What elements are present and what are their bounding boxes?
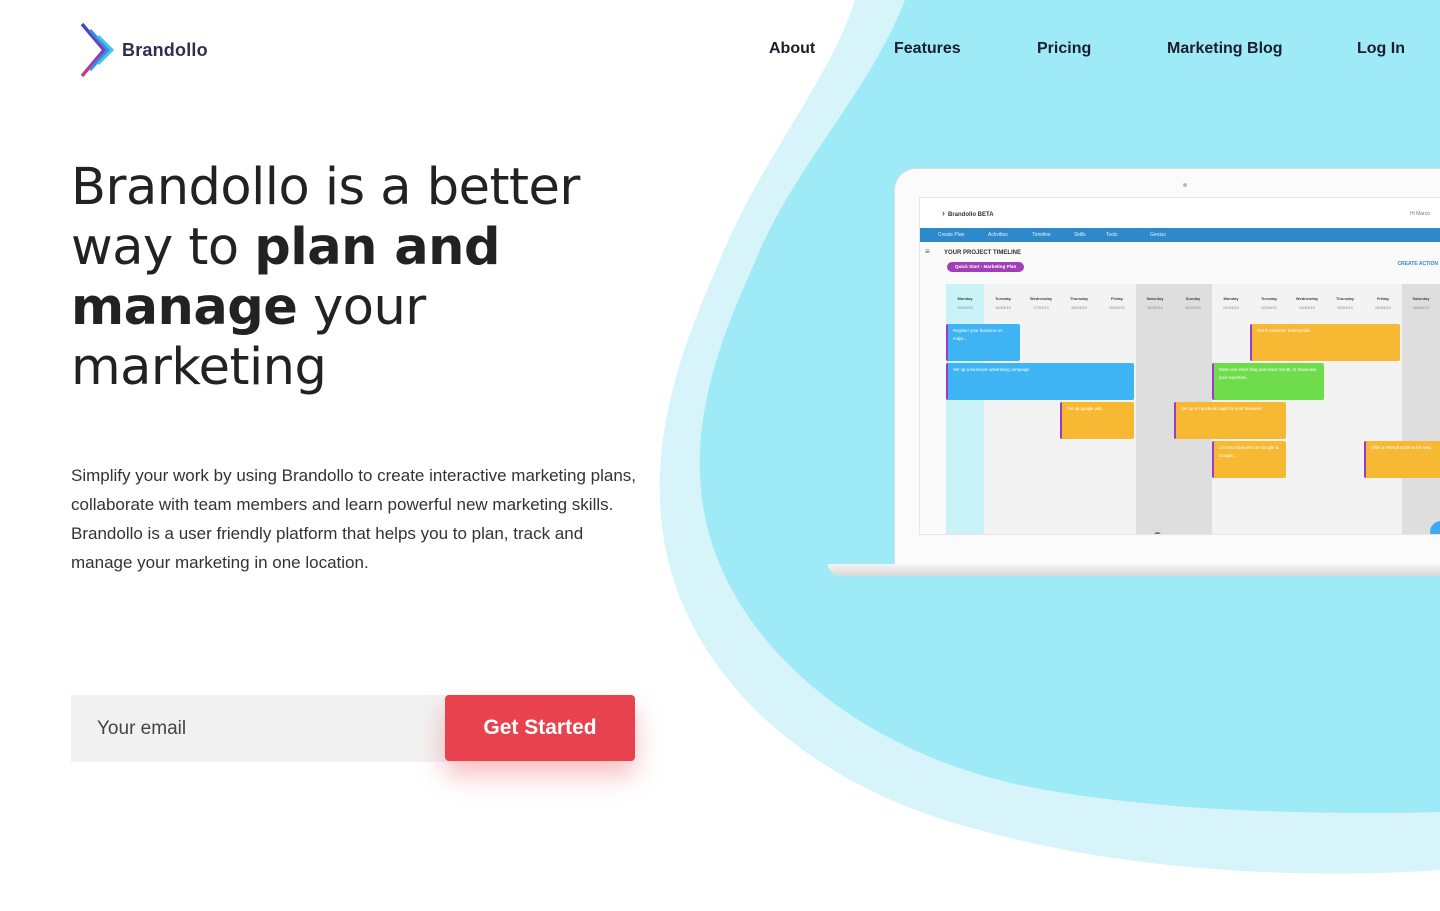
- timeline-column-header: Saturday 30/03/19: [1136, 294, 1174, 312]
- timeline-column-header: Friday 29/03/19: [1098, 294, 1136, 312]
- timeline-day-name: Tuesday: [1261, 296, 1277, 301]
- timeline-task: Set up a facebook advertising campaign: [946, 363, 1134, 400]
- app-logo-text: Brandollo BETA: [948, 212, 994, 218]
- main-nav: About Features Pricing Marketing Blog Lo…: [0, 40, 1440, 64]
- app-body: ≡ YOUR PROJECT TIMELINE Quick Start - Ma…: [920, 242, 1440, 534]
- timeline-column-header: Wednesday 03/04/19: [1288, 294, 1326, 312]
- plan-chip: Quick Start - Marketing Plan: [947, 262, 1025, 272]
- laptop-base: [828, 564, 1440, 576]
- app-logo-icon: ›: [942, 208, 945, 218]
- get-started-button[interactable]: Get Started: [445, 695, 635, 761]
- timeline-day-date: 02/04/19: [1261, 305, 1277, 310]
- app-menu-item: Skills: [1074, 232, 1086, 238]
- timeline-column: Monday 25/03/19: [946, 284, 985, 534]
- app-screenshot: › Brandollo BETA Hi Marco Create Plan Act…: [919, 197, 1440, 535]
- timeline-day-name: Saturday: [1146, 296, 1164, 301]
- timeline-day-name: Monday: [957, 296, 973, 301]
- timeline-day-date: 05/04/19: [1375, 305, 1391, 310]
- app-menu-item: Timeline: [1032, 232, 1051, 238]
- hero-headline: Brandollo is a better way to plan and ma…: [71, 158, 631, 398]
- timeline-day-date: 03/04/19: [1299, 305, 1315, 310]
- timeline-day-date: 27/03/19: [1033, 305, 1049, 310]
- timeline-task: Register your business on major...: [946, 324, 1020, 361]
- scroll-indicator: [1154, 532, 1161, 534]
- hamburger-icon: ≡: [925, 247, 930, 256]
- timeline-day-name: Friday: [1376, 296, 1389, 301]
- timeline-grid: Monday 25/03/19 Tuesday 26/03/19 Wednesday 27…: [946, 284, 1440, 534]
- timeline-column-header: Friday 05/04/19: [1364, 294, 1402, 312]
- timeline-day-date: 26/03/19: [995, 305, 1011, 310]
- laptop-mockup: › Brandollo BETA Hi Marco Create Plan Act…: [828, 168, 1440, 580]
- timeline-day-name: Tuesday: [995, 296, 1011, 301]
- timeline-day-name: Sunday: [1185, 296, 1201, 301]
- timeline-day-name: Thursday: [1069, 296, 1088, 301]
- nav-marketing-blog[interactable]: Marketing Blog: [1167, 40, 1283, 58]
- nav-pricing[interactable]: Pricing: [1037, 40, 1091, 58]
- timeline-day-name: Wednesday: [1029, 296, 1053, 301]
- hero-description: Simplify your work by using Brandollo to…: [71, 466, 637, 572]
- app-header: › Brandollo BETA Hi Marco: [920, 198, 1440, 229]
- timeline-column-header: Tuesday 02/04/19: [1250, 294, 1288, 312]
- timeline-day-date: 30/03/19: [1147, 305, 1163, 310]
- timeline-task: Write one short blog post each month, to…: [1212, 363, 1324, 400]
- laptop-lid: › Brandollo BETA Hi Marco Create Plan Act…: [894, 168, 1440, 566]
- timeline-task: Set up a Facebook page for your business: [1174, 402, 1286, 439]
- app-menu-item: Genius: [1150, 232, 1166, 238]
- timeline-column-header: Thursday 04/04/19: [1326, 294, 1364, 312]
- app-menu-item: Create Plan: [938, 232, 965, 238]
- timeline-task: List your business on Google & Google...: [1212, 441, 1286, 478]
- timeline-day-date: 29/03/19: [1109, 305, 1125, 310]
- timeline-column: Wednesday 27/03/19: [1022, 284, 1061, 534]
- timeline-column: Saturday 30/03/19: [1136, 284, 1175, 534]
- timeline-day-date: 06/04/19: [1413, 305, 1429, 310]
- nav-login[interactable]: Log In: [1357, 40, 1405, 58]
- timeline-column-header: Monday 01/04/19: [1212, 294, 1250, 312]
- timeline-day-date: 25/03/19: [957, 305, 973, 310]
- timeline-day-date: 04/04/19: [1337, 305, 1353, 310]
- timeline-day-name: Friday: [1110, 296, 1123, 301]
- app-logo: › Brandollo BETA: [942, 208, 994, 218]
- timeline-column: Friday 05/04/19: [1364, 284, 1403, 534]
- email-input[interactable]: [71, 695, 445, 762]
- app-menu-item: Activities: [988, 232, 1008, 238]
- timeline-column: Wednesday 03/04/19: [1288, 284, 1327, 534]
- timeline-column-header: Monday 25/03/19: [946, 294, 984, 312]
- timeline-day-date: 31/03/19: [1185, 305, 1201, 310]
- timeline-column: Saturday 06/04/19: [1402, 284, 1440, 534]
- timeline-day-name: Thursday: [1335, 296, 1354, 301]
- timeline-column: Tuesday 26/03/19: [984, 284, 1023, 534]
- app-menu-bar: Create Plan Activities Timeline Skills T…: [920, 228, 1440, 242]
- signup-form: Get Started: [71, 695, 635, 762]
- timeline-column-header: Sunday 31/03/19: [1174, 294, 1212, 312]
- timeline-day-date: 01/04/19: [1223, 305, 1239, 310]
- timeline-task: Offer a referral scheme for new...: [1364, 441, 1440, 478]
- timeline-day-name: Saturday: [1412, 296, 1430, 301]
- create-action-link: CREATE ACTION: [1397, 261, 1438, 267]
- timeline-column-header: Tuesday 26/03/19: [984, 294, 1022, 312]
- timeline-title: YOUR PROJECT TIMELINE: [944, 250, 1022, 256]
- camera-dot: [1183, 183, 1187, 187]
- nav-features[interactable]: Features: [894, 40, 961, 58]
- timeline-column-header: Wednesday 27/03/19: [1022, 294, 1060, 312]
- timeline-day-date: 28/03/19: [1071, 305, 1087, 310]
- timeline-column-header: Thursday 28/03/19: [1060, 294, 1098, 312]
- app-user-menu: Hi Marco: [1409, 211, 1430, 217]
- timeline-task: Get 5 customer testimonials: [1250, 324, 1400, 361]
- timeline-day-name: Wednesday: [1295, 296, 1319, 301]
- timeline-task: Set up google ads: [1060, 402, 1134, 439]
- nav-about[interactable]: About: [769, 40, 815, 58]
- timeline-column-header: Saturday 06/04/19: [1402, 294, 1440, 312]
- app-menu-item: Tools: [1106, 232, 1118, 238]
- timeline-day-name: Monday: [1223, 296, 1239, 301]
- timeline-column: Thursday 04/04/19: [1326, 284, 1365, 534]
